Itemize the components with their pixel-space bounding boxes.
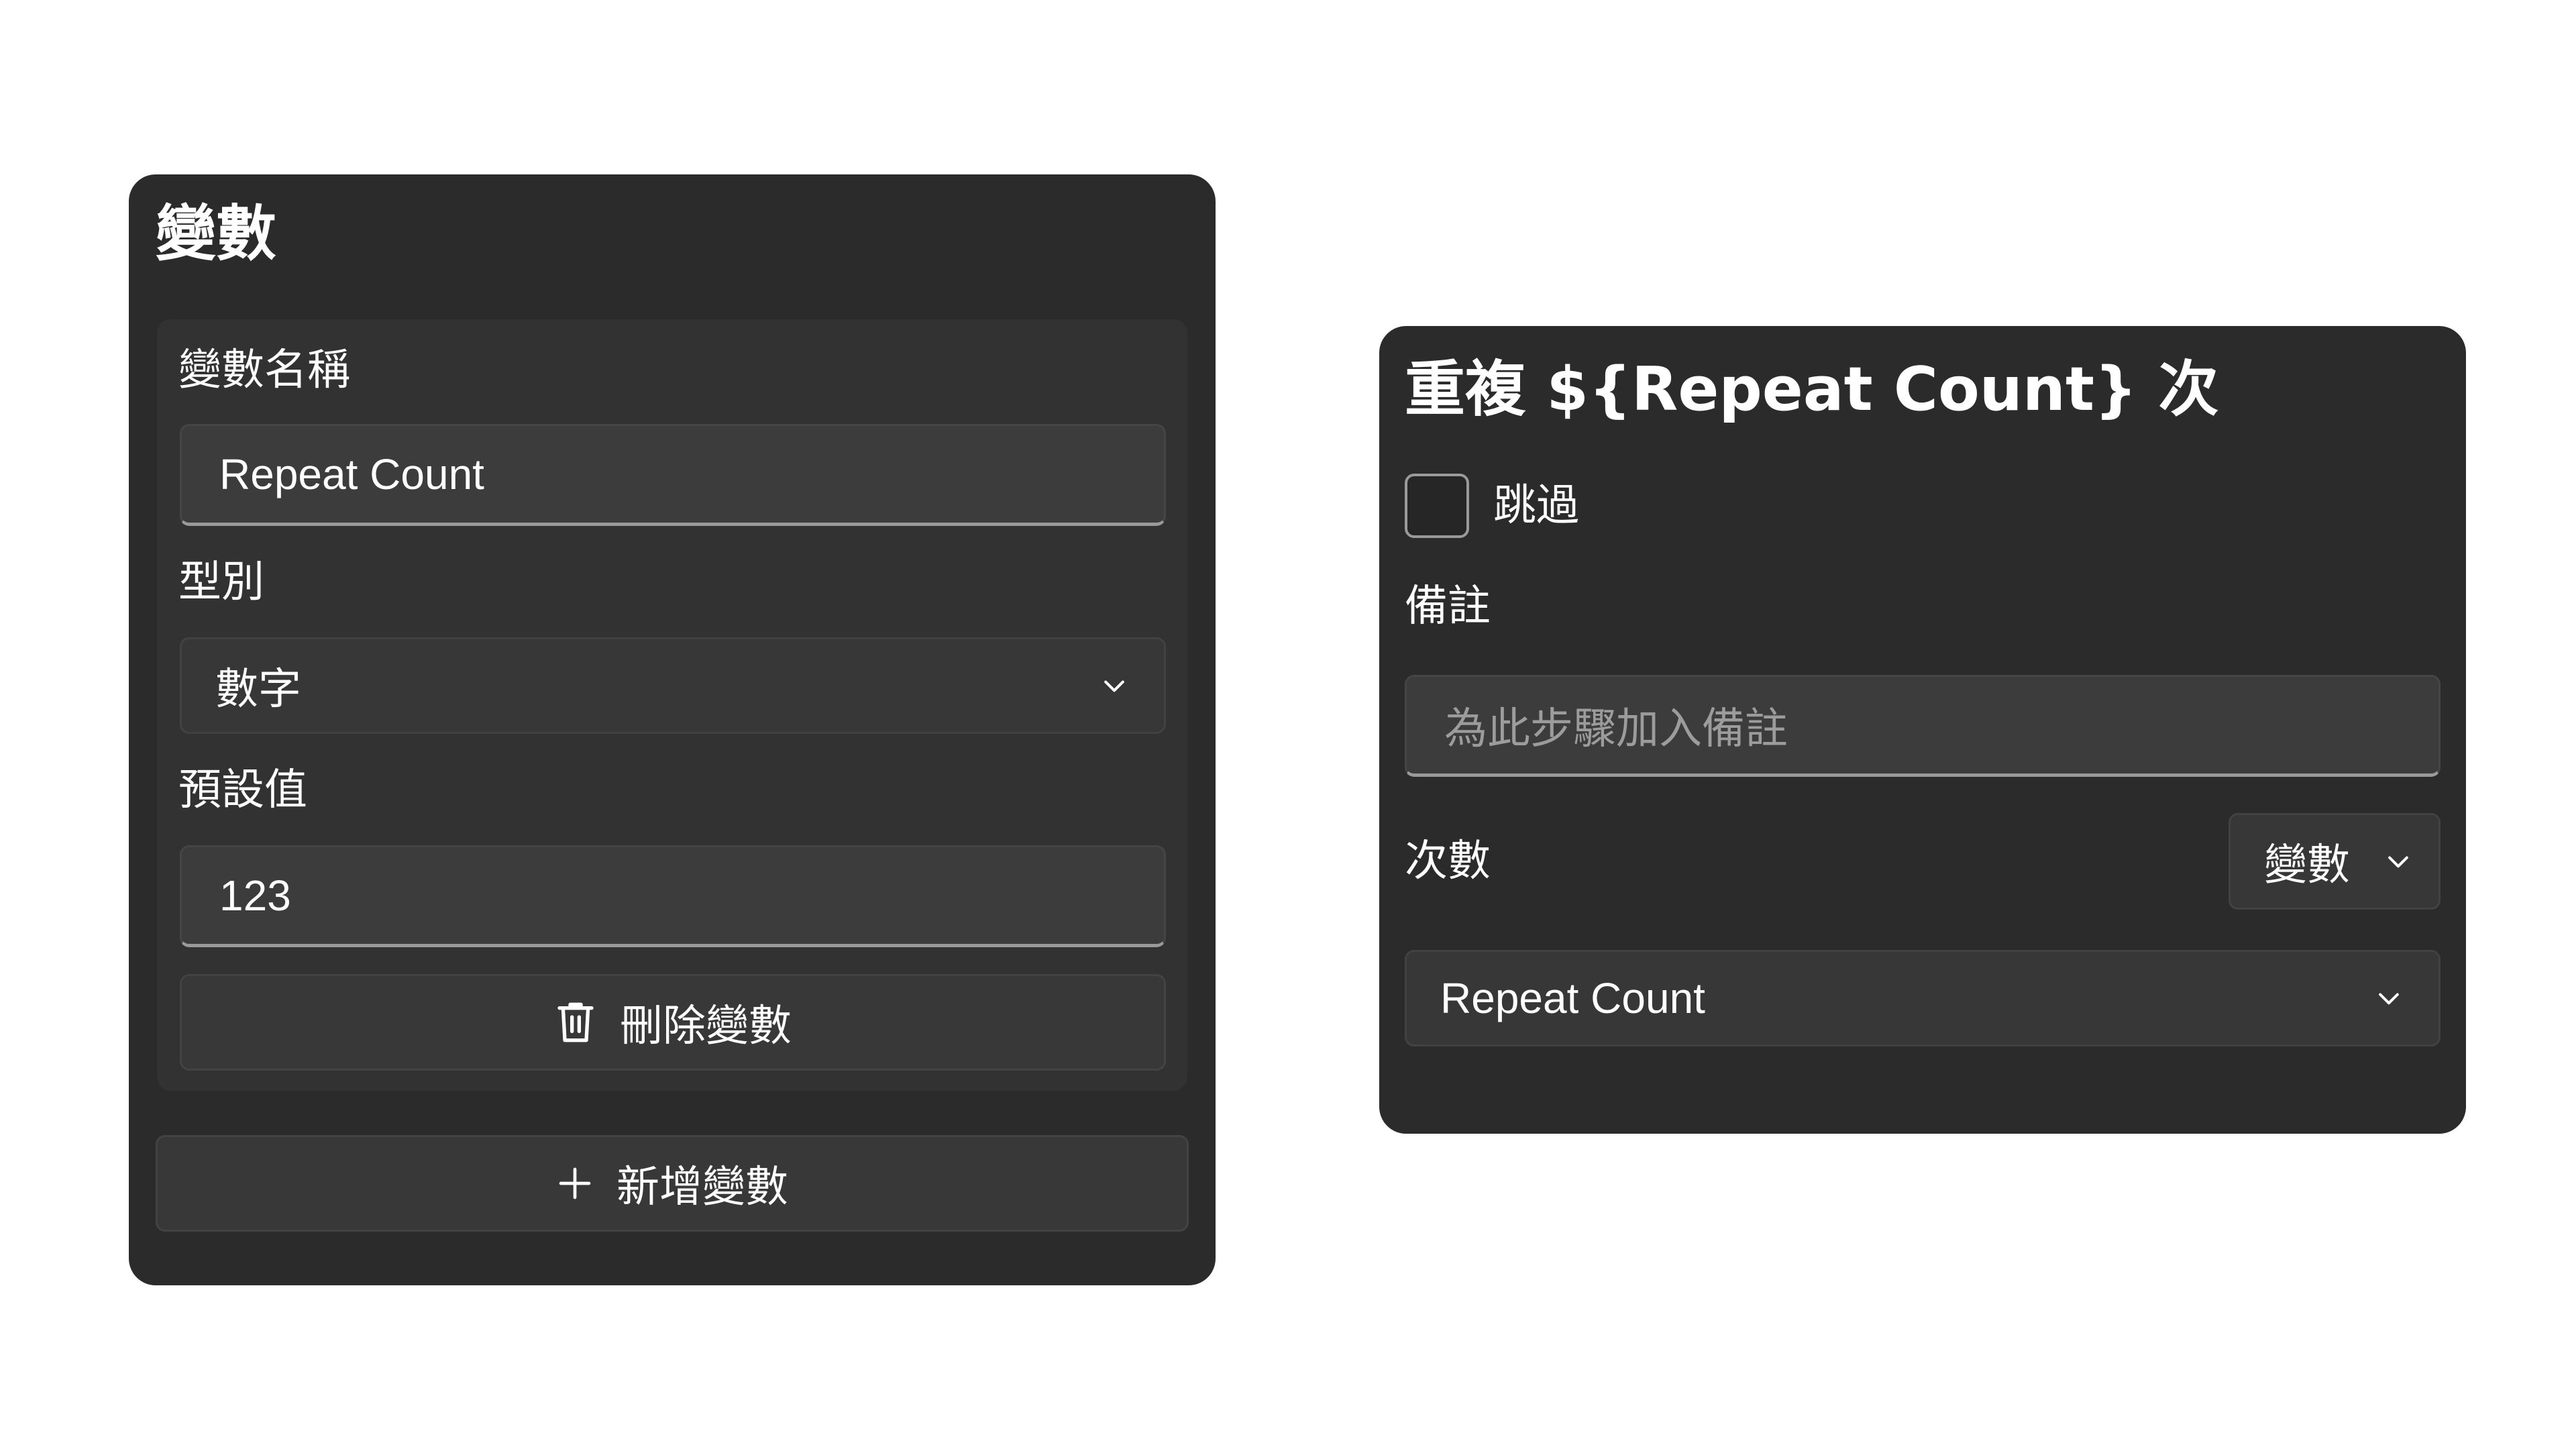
variables-panel-title: 變數 bbox=[156, 199, 276, 269]
note-input[interactable]: 為此步驟加入備註 bbox=[1405, 675, 2440, 777]
plus-icon bbox=[556, 1165, 594, 1202]
variable-name-value: Repeat Count bbox=[219, 450, 484, 498]
trash-icon bbox=[554, 998, 597, 1046]
default-value-input[interactable]: 123 bbox=[180, 845, 1166, 947]
variable-type-value: 數字 bbox=[215, 665, 301, 713]
chevron-down-icon bbox=[2373, 982, 2405, 1014]
count-variable-dropdown[interactable]: Repeat Count bbox=[1405, 950, 2440, 1046]
default-value-label: 預設值 bbox=[178, 765, 307, 815]
chevron-down-icon bbox=[1098, 669, 1130, 702]
count-label: 次數 bbox=[1405, 837, 1491, 886]
add-variable-label: 新增變數 bbox=[616, 1163, 788, 1212]
repeat-step-title: 重複 ${Repeat Count} 次 bbox=[1405, 354, 2219, 425]
variable-type-label: 型別 bbox=[178, 557, 264, 607]
add-variable-button[interactable]: 新增變數 bbox=[156, 1135, 1189, 1232]
variable-name-label: 變數名稱 bbox=[178, 345, 350, 395]
variable-card: 變數名稱 Repeat Count 型別 數字 預設值 123 刪除變數 bbox=[157, 319, 1187, 1091]
variable-type-dropdown[interactable]: 數字 bbox=[180, 637, 1166, 734]
note-placeholder: 為此步驟加入備註 bbox=[1444, 704, 1788, 753]
default-value-text: 123 bbox=[219, 871, 291, 920]
count-variable-value: Repeat Count bbox=[1440, 974, 1705, 1022]
delete-variable-label: 刪除變數 bbox=[620, 1002, 792, 1051]
count-mode-dropdown[interactable]: 變數 bbox=[2229, 813, 2440, 910]
variables-panel: 變數 變數名稱 Repeat Count 型別 數字 預設值 123 刪除變數 … bbox=[129, 174, 1216, 1285]
variable-name-input[interactable]: Repeat Count bbox=[180, 424, 1166, 526]
count-mode-value: 變數 bbox=[2264, 841, 2350, 889]
chevron-down-icon bbox=[2382, 845, 2414, 877]
skip-checkbox[interactable] bbox=[1405, 474, 1469, 538]
delete-variable-button[interactable]: 刪除變數 bbox=[180, 974, 1166, 1071]
skip-label: 跳過 bbox=[1493, 481, 1579, 531]
note-label: 備註 bbox=[1405, 582, 1491, 631]
repeat-step-panel: 重複 ${Repeat Count} 次 跳過 備註 為此步驟加入備註 次數 變… bbox=[1379, 326, 2466, 1134]
